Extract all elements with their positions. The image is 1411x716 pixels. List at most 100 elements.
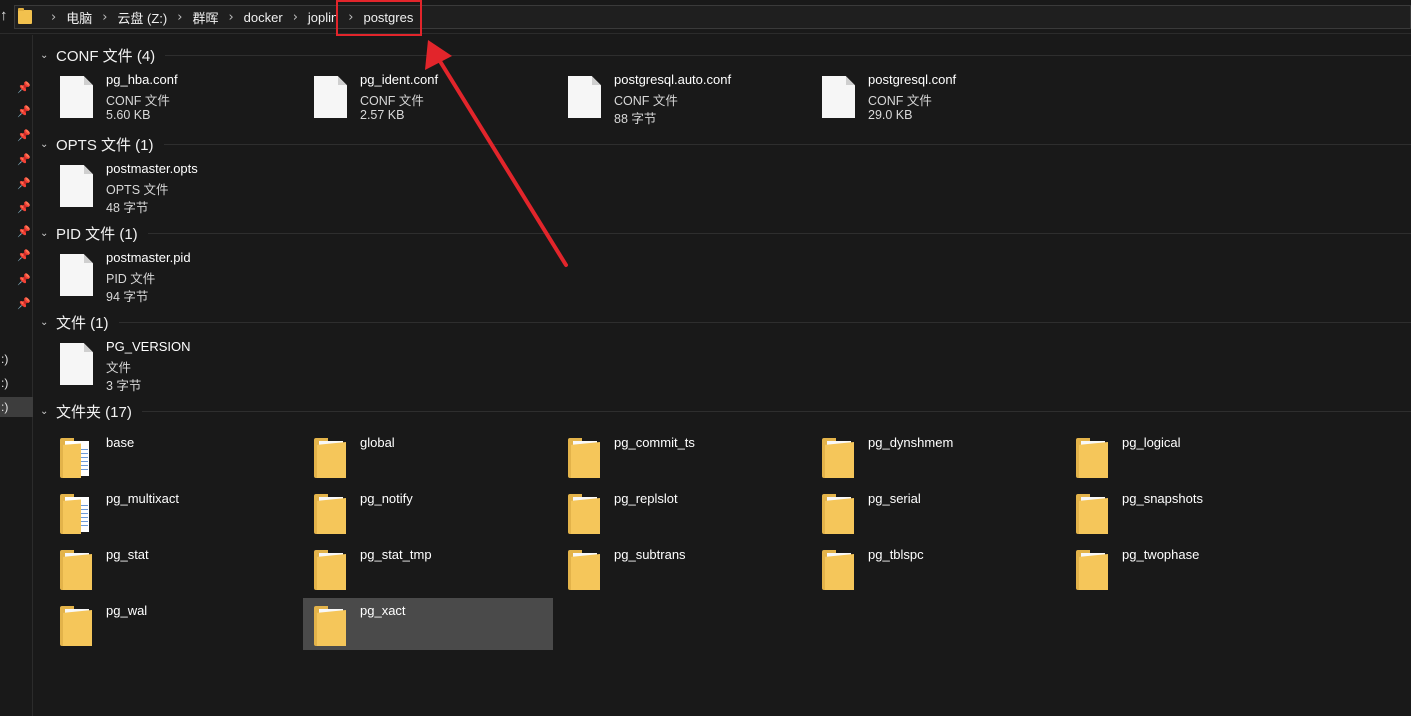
group-header-opts[interactable]: ⌄ OPTS 文件 (1) bbox=[40, 133, 1411, 155]
nav-drive-item[interactable]: :) bbox=[0, 349, 33, 369]
chevron-down-icon[interactable]: ⌄ bbox=[40, 50, 54, 61]
folder-name: pg_dynshmem bbox=[868, 435, 954, 450]
folder-icon bbox=[822, 550, 854, 590]
file-size: 94 字节 bbox=[106, 290, 149, 304]
file-item[interactable]: postmaster.opts OPTS 文件 48 字节 bbox=[34, 161, 284, 217]
folder-item[interactable]: pg_dynshmem bbox=[796, 430, 1046, 482]
file-size: 29.0 KB bbox=[868, 108, 913, 122]
folder-icon bbox=[1076, 494, 1108, 534]
folder-item[interactable]: pg_notify bbox=[288, 486, 538, 538]
folder-item-selected[interactable]: pg_xact bbox=[303, 598, 553, 650]
folder-item[interactable]: pg_serial bbox=[796, 486, 1046, 538]
folder-icon bbox=[822, 438, 854, 478]
folder-item[interactable]: pg_twophase bbox=[1050, 542, 1300, 594]
folder-item[interactable]: pg_commit_ts bbox=[542, 430, 792, 482]
file-type: CONF 文件 bbox=[614, 94, 678, 108]
chevron-right-icon[interactable]: › bbox=[293, 10, 298, 25]
nav-drive-item-selected[interactable]: :) bbox=[0, 397, 33, 417]
folder-item[interactable]: pg_subtrans bbox=[542, 542, 792, 594]
file-name: postmaster.pid bbox=[106, 250, 191, 265]
pin-icon: 📌 bbox=[17, 178, 31, 190]
navigation-pane: 📌 📌 📌 📌 📌 📌 📌 📌 📌 📌 :) :) :) bbox=[0, 35, 33, 716]
folder-icon bbox=[314, 606, 346, 646]
group-header-file[interactable]: ⌄ 文件 (1) bbox=[40, 311, 1411, 333]
group-header-folders[interactable]: ⌄ 文件夹 (17) bbox=[40, 400, 1411, 422]
breadcrumb-item[interactable]: joplin bbox=[308, 10, 338, 25]
folder-name: pg_snapshots bbox=[1122, 491, 1203, 506]
chevron-down-icon[interactable]: ⌄ bbox=[40, 406, 54, 417]
chevron-right-icon[interactable]: › bbox=[102, 10, 107, 25]
chevron-down-icon[interactable]: ⌄ bbox=[40, 139, 54, 150]
folder-name: pg_xact bbox=[360, 603, 406, 618]
file-item[interactable]: postgresql.conf CONF 文件 29.0 KB bbox=[796, 72, 1046, 128]
file-type: 文件 bbox=[106, 361, 132, 375]
file-icon bbox=[314, 76, 347, 118]
file-item[interactable]: postgresql.auto.conf CONF 文件 88 字节 bbox=[542, 72, 792, 128]
folder-name: pg_serial bbox=[868, 491, 921, 506]
folder-name: pg_logical bbox=[1122, 435, 1181, 450]
folder-icon bbox=[60, 438, 92, 478]
folder-icon bbox=[1076, 438, 1108, 478]
file-icon bbox=[60, 165, 93, 207]
file-type: CONF 文件 bbox=[868, 94, 932, 108]
folder-icon bbox=[18, 8, 32, 24]
pin-icon: 📌 bbox=[17, 82, 31, 94]
chevron-down-icon[interactable]: ⌄ bbox=[40, 228, 54, 239]
file-size: 48 字节 bbox=[106, 201, 149, 215]
folder-name: pg_tblspc bbox=[868, 547, 924, 562]
group-title: PID 文件 (1) bbox=[56, 225, 138, 243]
group-divider bbox=[165, 54, 1411, 56]
file-icon bbox=[60, 343, 93, 385]
chevron-right-icon[interactable]: › bbox=[177, 10, 182, 25]
folder-item[interactable]: pg_replslot bbox=[542, 486, 792, 538]
folder-item[interactable]: pg_stat_tmp bbox=[288, 542, 538, 594]
group-header-conf[interactable]: ⌄ CONF 文件 (4) bbox=[40, 44, 1411, 66]
folder-icon bbox=[1076, 550, 1108, 590]
file-item[interactable]: postmaster.pid PID 文件 94 字节 bbox=[34, 250, 284, 306]
folder-item[interactable]: pg_stat bbox=[34, 542, 284, 594]
folder-icon bbox=[60, 494, 92, 534]
folder-item[interactable]: pg_logical bbox=[1050, 430, 1300, 482]
pin-icon: 📌 bbox=[17, 226, 31, 238]
folder-name: global bbox=[360, 435, 395, 450]
file-item[interactable]: pg_hba.conf CONF 文件 5.60 KB bbox=[34, 72, 284, 128]
folder-name: pg_multixact bbox=[106, 491, 179, 506]
file-item[interactable]: PG_VERSION 文件 3 字节 bbox=[34, 339, 284, 395]
group-divider bbox=[147, 232, 1411, 234]
group-title: OPTS 文件 (1) bbox=[56, 136, 154, 154]
annotation-highlight-box bbox=[336, 0, 422, 36]
breadcrumb-item[interactable]: 云盘 (Z:) bbox=[117, 8, 167, 27]
chevron-right-icon[interactable]: › bbox=[228, 10, 233, 25]
folder-item[interactable]: base bbox=[34, 430, 284, 482]
folder-item[interactable]: pg_snapshots bbox=[1050, 486, 1300, 538]
group-header-pid[interactable]: ⌄ PID 文件 (1) bbox=[40, 222, 1411, 244]
pin-icon: 📌 bbox=[17, 106, 31, 118]
folder-item[interactable]: global bbox=[288, 430, 538, 482]
folder-name: pg_stat bbox=[106, 547, 149, 562]
up-arrow-icon[interactable]: ↑ bbox=[0, 7, 10, 25]
breadcrumb-item[interactable]: 电脑 bbox=[66, 8, 92, 27]
file-icon bbox=[822, 76, 855, 118]
folder-item[interactable]: pg_wal bbox=[34, 598, 284, 650]
group-title: 文件 (1) bbox=[56, 314, 109, 332]
folder-name: pg_commit_ts bbox=[614, 435, 695, 450]
chevron-right-icon[interactable]: › bbox=[51, 10, 56, 25]
file-icon bbox=[60, 76, 93, 118]
folder-item[interactable]: pg_multixact bbox=[34, 486, 284, 538]
group-divider bbox=[163, 143, 1411, 145]
file-size: 3 字节 bbox=[106, 379, 142, 393]
breadcrumb-item[interactable]: 群晖 bbox=[192, 8, 218, 27]
pin-icon: 📌 bbox=[17, 154, 31, 166]
folder-item[interactable]: pg_tblspc bbox=[796, 542, 1046, 594]
file-size: 2.57 KB bbox=[360, 108, 405, 122]
file-name: pg_hba.conf bbox=[106, 72, 178, 87]
breadcrumb-item[interactable]: docker bbox=[244, 10, 283, 25]
file-name: postmaster.opts bbox=[106, 161, 198, 176]
file-type: PID 文件 bbox=[106, 272, 156, 286]
chevron-down-icon[interactable]: ⌄ bbox=[40, 317, 54, 328]
pin-icon: 📌 bbox=[17, 274, 31, 286]
file-item[interactable]: pg_ident.conf CONF 文件 2.57 KB bbox=[288, 72, 538, 128]
nav-drive-item[interactable]: :) bbox=[0, 373, 33, 393]
file-type: CONF 文件 bbox=[360, 94, 424, 108]
group-title: CONF 文件 (4) bbox=[56, 47, 156, 65]
